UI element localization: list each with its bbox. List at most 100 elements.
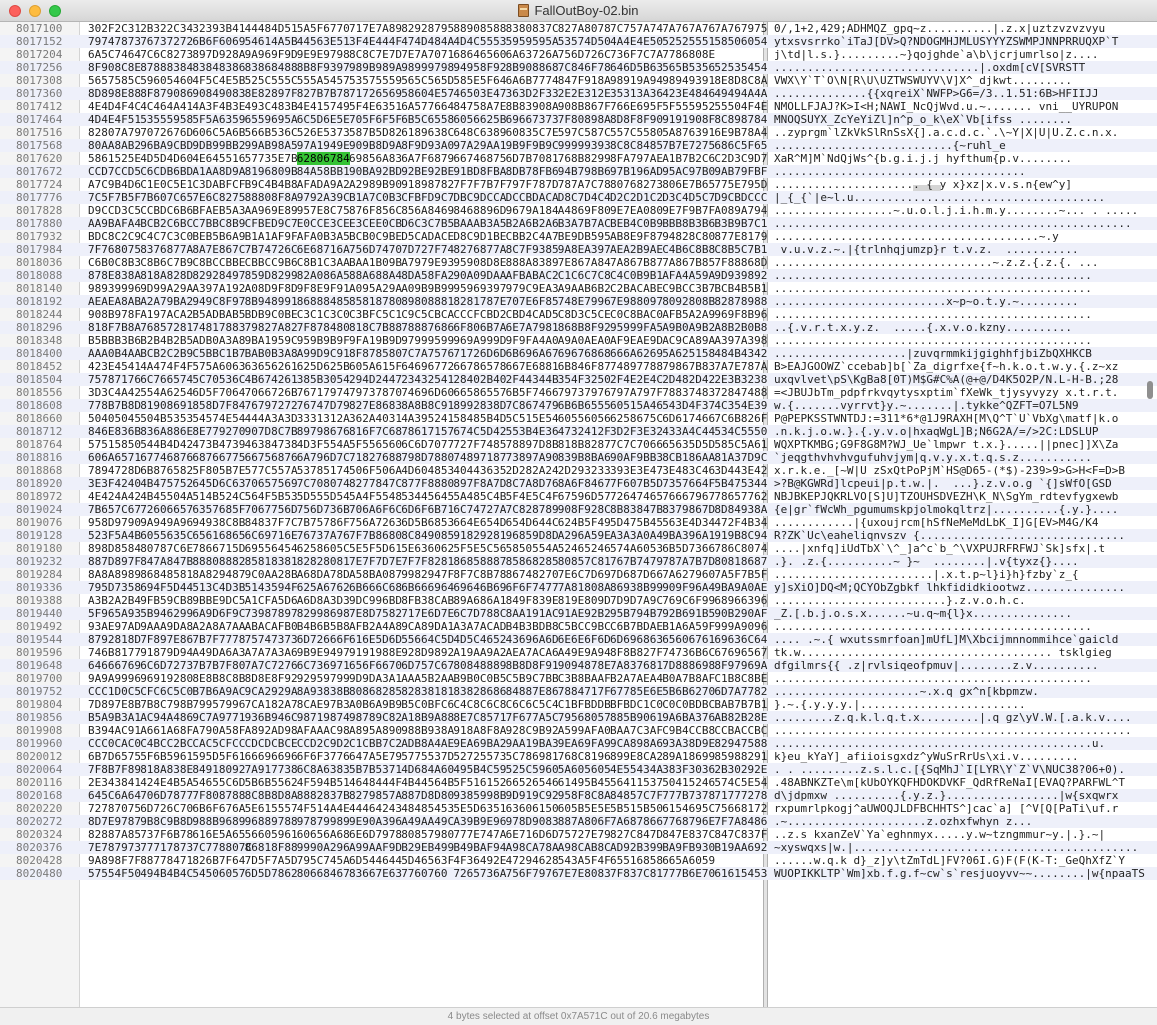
hex-word[interactable]: 9E7F9B7F xyxy=(662,204,715,217)
hex-row[interactable]: 8019180 898D8584 80787C6E 7866715D 69556454 6… xyxy=(0,542,1157,555)
hex-word[interactable]: 9AAA9DA8 xyxy=(140,620,193,633)
hex-word[interactable]: 777E747A xyxy=(453,828,506,841)
hex-word[interactable]: A8B2B0B8 xyxy=(714,321,767,334)
hex-word[interactable]: 88778471 xyxy=(140,854,193,867)
hex-word[interactable]: 885B9061 xyxy=(610,711,663,724)
hex-word[interactable]: 7894728D xyxy=(88,464,141,477)
hex-word[interactable]: A895A890 xyxy=(349,724,402,737)
hex-word[interactable]: 514B524C xyxy=(192,490,245,503)
hex-word[interactable]: 969F8B96 xyxy=(714,308,767,321)
hex-word[interactable]: 8A829487 xyxy=(192,568,245,581)
hex-word[interactable]: 6B6B6555 xyxy=(558,399,611,412)
hex-word[interactable]: 8092808B xyxy=(662,295,715,308)
hex-word[interactable]: 777B7378 xyxy=(662,789,715,802)
ascii-text[interactable]: ........................|.x.t.p~l}i}h}fz… xyxy=(774,568,1079,581)
hex-word[interactable]: 847A847B xyxy=(140,555,193,568)
hex-word[interactable]: 80857C81 xyxy=(558,555,611,568)
ascii-text[interactable]: =<JBUJbTm_pdpfrkvqytysxptim`fXeWk_tjysyv… xyxy=(774,386,1118,399)
ascii-text[interactable]: ...........................{~ruhl_e xyxy=(774,139,1006,152)
hex-word[interactable]: 48485453 xyxy=(401,802,454,815)
hex-word[interactable]: 6189638C xyxy=(401,126,454,139)
hex-word[interactable]: 6F806B7A xyxy=(453,321,506,334)
hex-word[interactable]: 5F5A6359 xyxy=(192,113,245,126)
ascii-text[interactable]: ........................................… xyxy=(774,724,1132,737)
hex-row[interactable]: 8017308 5657585C 59605460 4F5C4E5B 525C555C 5… xyxy=(0,74,1157,87)
hex-word[interactable]: 9BA396A1 xyxy=(662,529,715,542)
hex-word[interactable]: 9792A39C xyxy=(297,191,350,204)
hex-word[interactable]: C6CDB6BD xyxy=(140,165,193,178)
hex-word[interactable]: 58506054 xyxy=(714,35,767,48)
hex-word[interactable]: 768B8299 xyxy=(558,152,611,165)
hex-word[interactable]: 7C757A74 xyxy=(610,22,663,35)
hex-word[interactable]: AFADA9A2 xyxy=(297,178,350,191)
hex-word[interactable]: 4B45504A xyxy=(140,490,193,503)
hex-word[interactable]: 3331312A xyxy=(297,412,350,425)
hex-word[interactable]: 737F6B78 xyxy=(140,828,193,841)
hex-row[interactable]: 8020168 645C6A64 706D7877 7F808788 8C8B8D8A 8… xyxy=(0,789,1157,802)
hex-word[interactable]: 61495B45 xyxy=(558,776,611,789)
hex-word[interactable]: 919B8C94 xyxy=(714,529,767,542)
hex-word[interactable]: 7F837C81 xyxy=(610,867,663,880)
hex-row[interactable]: 8018140 98939996 9D99A29A A397A192 A08D9F8D 9… xyxy=(0,282,1157,295)
ascii-text[interactable]: WQXPTKMBG;G9F8G8M?WJ_Ue`lmpwr t.x.}.....… xyxy=(774,438,1118,451)
hex-row[interactable]: 8019336 795D7358 694F5D44 513C4D3B 5143594F 6… xyxy=(0,581,1157,594)
hex-word[interactable]: 4C464A41 xyxy=(140,100,193,113)
hex-word[interactable]: 5F516152 xyxy=(453,776,506,789)
hex-word[interactable]: 859D8299 xyxy=(245,269,298,282)
hex-word[interactable]: 64696772 xyxy=(401,360,454,373)
hex-word[interactable]: 72647465 xyxy=(610,490,663,503)
hex-word[interactable]: 7B8C798B xyxy=(140,698,193,711)
hex-word[interactable]: 7D888698 xyxy=(662,659,715,672)
ascii-text[interactable]: rxpumrlpkogj^aUWOQJLDFBCHHTS^]cac`a] [^V… xyxy=(774,802,1118,815)
ascii-text[interactable]: dfgilmrs{{ .z|rvlsiqeofpmuv|........z.v.… xyxy=(774,659,1099,672)
hex-word[interactable]: 5657585C xyxy=(88,74,141,87)
ascii-text[interactable]: v.u.v.z.~.|{trlnhqjumzp}r t.v.z. .......… xyxy=(774,243,1079,256)
hex-word[interactable]: A7A7A3A6 xyxy=(245,646,298,659)
hex-word[interactable]: 8D8E8F92 xyxy=(245,672,298,685)
hex-word[interactable]: 74817883 xyxy=(192,321,245,334)
hex-word[interactable]: BFAEB5A3 xyxy=(192,204,245,217)
hex-word[interactable]: 846E836B xyxy=(88,425,141,438)
hex-word[interactable]: 5D555D54 xyxy=(297,490,350,503)
hex-word[interactable]: 8A93838B xyxy=(297,685,350,698)
hex-word[interactable]: 93A38D9E xyxy=(662,737,715,750)
hex-word[interactable]: A98CA78A xyxy=(506,841,559,854)
hex-word[interactable]: D9CBDCCC xyxy=(714,191,767,204)
hex-word[interactable]: 4D4C5553 xyxy=(453,35,506,48)
hex-row[interactable]: 8018556 3D3C4A42 554A6254 6D5F7064 7066726B 7… xyxy=(0,386,1157,399)
hex-word[interactable]: 81A37D9C xyxy=(714,451,767,464)
hex-word[interactable]: 8CAE97B3 xyxy=(297,698,350,711)
hex-word[interactable]: 7C867479 xyxy=(506,399,559,412)
hex-word[interactable]: 3E483C46 xyxy=(662,464,715,477)
hex-word[interactable]: 908B978F xyxy=(88,308,141,321)
hex-word[interactable]: 775E795D xyxy=(714,178,767,191)
hex-word[interactable]: E3CEE0CB xyxy=(349,217,402,230)
hex-word[interactable]: 7A7C7276 xyxy=(245,659,298,672)
hex-word[interactable]: 7A767975 xyxy=(714,22,767,35)
hex-row[interactable]: 8020220 72787075 6D726C70 6B6F676A 5E615557 4… xyxy=(0,802,1157,815)
hex-word[interactable]: 68966396 xyxy=(714,594,767,607)
hex-word[interactable]: 566B536C xyxy=(245,126,298,139)
ascii-text[interactable]: ..........................}.z.v.o.h.c. xyxy=(774,594,1026,607)
hex-word[interactable]: D8C9D1BE xyxy=(453,230,506,243)
hex-word[interactable]: C7BBC8B9 xyxy=(192,217,245,230)
hex-word[interactable]: 55504F4E xyxy=(714,100,767,113)
hex-word[interactable]: 8792818D xyxy=(88,633,141,646)
hex-word[interactable]: 66786578 xyxy=(453,360,506,373)
hex-word[interactable]: 59605460 xyxy=(140,74,193,87)
hex-word[interactable]: B5A9B3A1 xyxy=(88,711,141,724)
hex-word[interactable]: 95B794B7 xyxy=(610,607,663,620)
hex-word[interactable]: 899E8CA2 xyxy=(610,750,663,763)
hex-row[interactable]: 8020428 9A898F7F 88778471 826B7F64 7D5F7A5D 7… xyxy=(0,854,1157,867)
hex-word[interactable]: 302F2C31 xyxy=(88,22,141,35)
hex-word[interactable]: 543D4F37 xyxy=(662,399,715,412)
hex-row[interactable]: 8019024 7B657C67 72606657 6357685F 7067756D 7… xyxy=(0,503,1157,516)
hex-word[interactable]: 918A8F8A xyxy=(453,724,506,737)
hex-word[interactable]: CFBED9C7 xyxy=(245,217,298,230)
hex-word[interactable]: 6D72666F xyxy=(297,633,350,646)
hex-word[interactable]: 74897187 xyxy=(453,451,506,464)
hex-word[interactable]: 705F6F5F xyxy=(349,113,402,126)
scroll-thumb[interactable] xyxy=(1147,381,1153,399)
hex-word[interactable]: 9E7EA080 xyxy=(610,204,663,217)
hex-word[interactable]: 8CB186AA xyxy=(662,451,715,464)
